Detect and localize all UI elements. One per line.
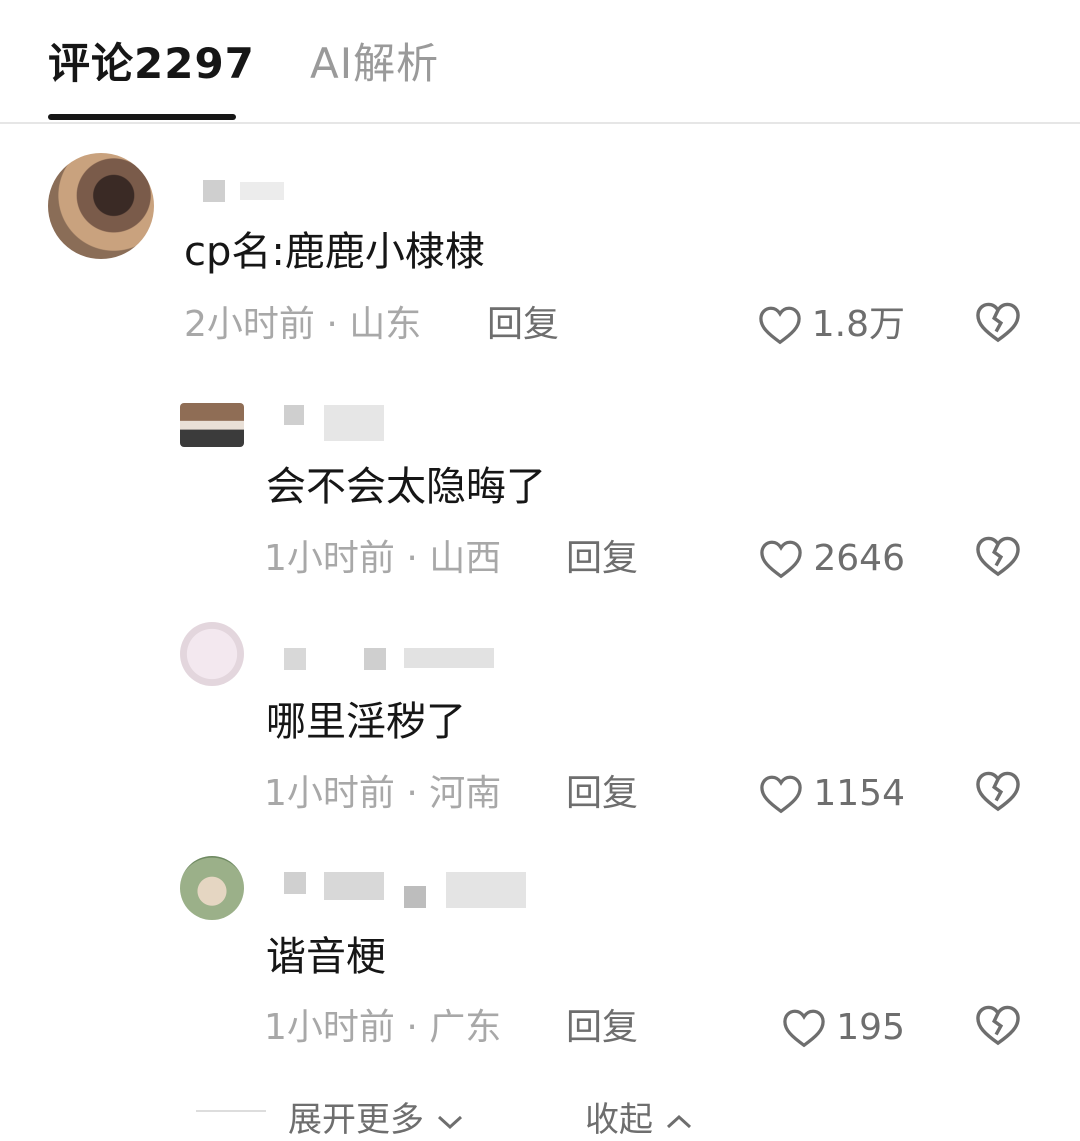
username-blurred <box>240 182 284 200</box>
avatar[interactable] <box>180 622 244 686</box>
reply-button[interactable]: 回复 <box>566 536 638 582</box>
avatar[interactable] <box>180 403 244 447</box>
heart-outline-icon <box>760 775 803 814</box>
username-blurred <box>364 648 386 670</box>
username-blurred[interactable] <box>203 180 225 202</box>
comment-text: 谐音梗 <box>266 934 386 980</box>
comment-text: 哪里淫秽了 <box>266 699 466 745</box>
reply-button[interactable]: 回复 <box>566 1005 638 1051</box>
username-blurred <box>446 872 526 908</box>
like-count: 1154 <box>813 773 905 814</box>
broken-heart-icon[interactable] <box>975 1004 1021 1046</box>
username-blurred <box>404 648 494 668</box>
username-blurred <box>324 405 384 441</box>
comment-text: cp名:鹿鹿小棣棣 <box>184 229 485 275</box>
comment-time-location: 1小时前 · 山西 <box>264 538 502 579</box>
heart-outline-icon <box>759 306 801 345</box>
broken-heart-icon[interactable] <box>975 301 1021 343</box>
username-blurred <box>324 872 384 900</box>
active-tab-indicator <box>48 114 236 120</box>
like-count: 1.8万 <box>811 304 905 345</box>
broken-heart-icon[interactable] <box>975 535 1021 577</box>
heart-outline-icon <box>783 1009 826 1048</box>
tab-comments[interactable]: 评论2297 <box>48 36 255 92</box>
avatar[interactable] <box>48 153 154 259</box>
chevron-down-icon <box>437 1115 462 1129</box>
like-button[interactable]: 1154 <box>759 771 905 817</box>
avatar[interactable] <box>180 856 244 920</box>
reply-button[interactable]: 回复 <box>566 771 638 817</box>
comment-time-location: 2小时前 · 山东 <box>184 304 422 345</box>
comment-text: 会不会太隐晦了 <box>266 464 546 510</box>
reply-button[interactable]: 回复 <box>487 302 559 348</box>
comment-tabs: 评论2297 AI解析 <box>0 0 1080 124</box>
like-button[interactable]: 2646 <box>759 536 905 582</box>
like-button[interactable]: 195 <box>782 1005 905 1051</box>
like-count: 195 <box>836 1007 905 1048</box>
username-blurred[interactable] <box>284 648 306 670</box>
heart-outline-icon <box>760 540 803 579</box>
comment-time-location: 1小时前 · 广东 <box>264 1007 502 1048</box>
comment-time-location: 1小时前 · 河南 <box>264 773 502 814</box>
broken-heart-icon[interactable] <box>975 770 1021 812</box>
divider <box>196 1110 266 1112</box>
chevron-up-icon <box>666 1114 691 1128</box>
like-count: 2646 <box>813 538 905 579</box>
username-blurred <box>404 886 426 908</box>
username-blurred[interactable] <box>284 872 306 894</box>
like-button[interactable]: 1.8万 <box>758 302 905 348</box>
tab-ai-analysis[interactable]: AI解析 <box>310 36 439 92</box>
username-blurred[interactable] <box>284 405 304 425</box>
